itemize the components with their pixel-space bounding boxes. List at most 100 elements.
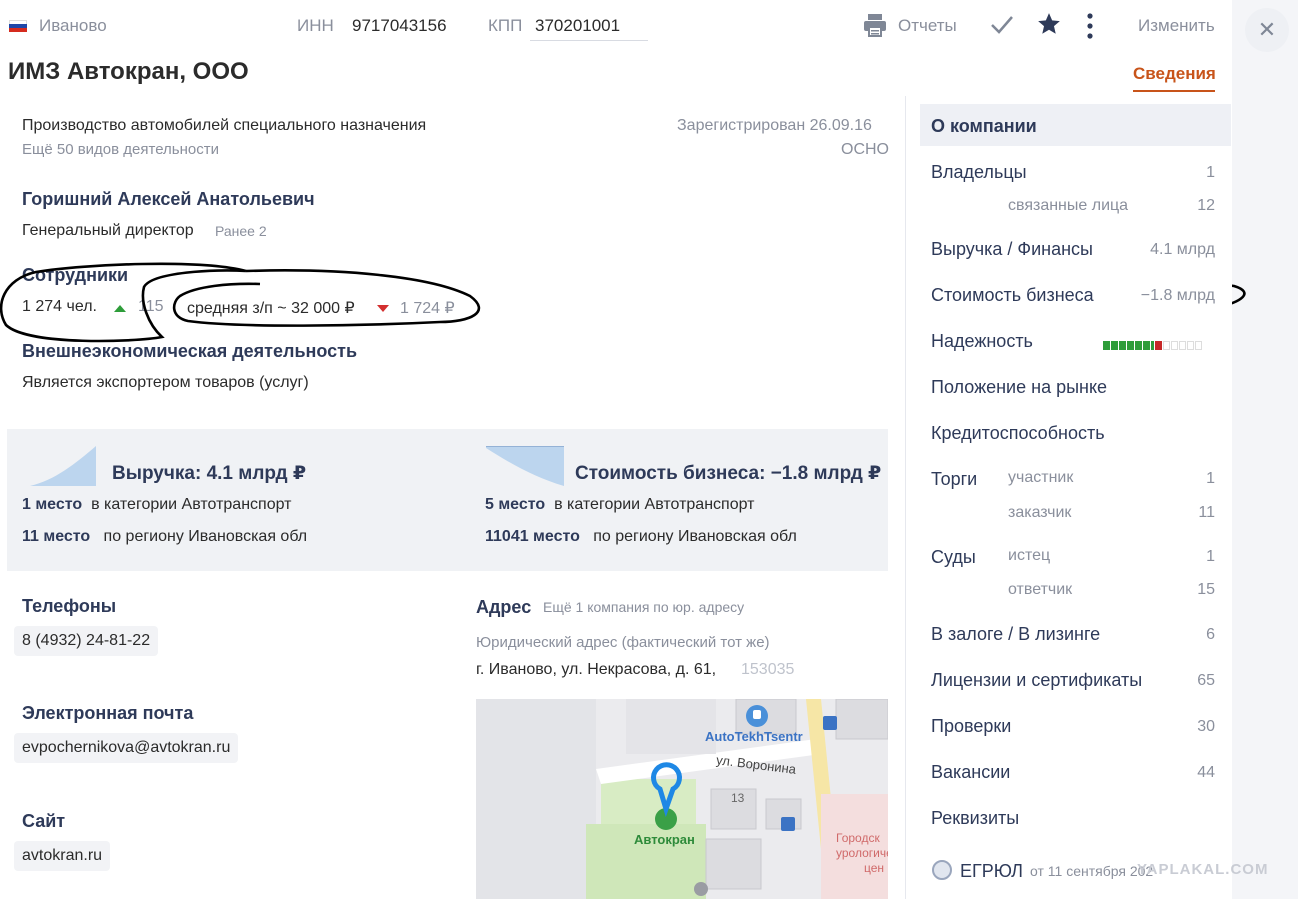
sidebar-related-count: 12 [1197,197,1215,214]
revenue-reg-text: по региону Ивановская обл [103,528,308,545]
watermark-logo: YAPLAKAL.COM [1137,861,1269,878]
revenue-reg-place: 11 место [22,528,91,545]
sidebar-item-market[interactable]: Положение на рынке [931,377,1107,398]
postcode: 153035 [741,661,795,678]
sidebar-item-participant[interactable]: участник [1008,469,1073,487]
sidebar-item-owners[interactable]: Владельцы [931,162,1027,183]
sidebar-item-egrul[interactable]: ЕГРЮЛ [960,861,1023,882]
close-icon: ✕ [1257,17,1277,42]
star-icon[interactable] [1036,11,1062,42]
sidebar-owners-count: 1 [1206,164,1215,181]
sidebar-item-vacancies[interactable]: Вакансии [931,762,1010,783]
sidebar-item-reliability[interactable]: Надежность [931,331,1033,352]
revenue-trend-icon [30,446,96,486]
director-earlier[interactable]: Ранее 2 [215,223,267,239]
sidebar-pledge-count: 6 [1206,626,1215,643]
map-poi-clinic-line1: Городск [836,831,880,845]
sidebar-revenue-value: 4.1 млрд [1150,241,1215,258]
side-strip [1232,0,1298,899]
value-reg-place: 11041 место [485,528,580,545]
map-poi-clinic: Городск урологическ цен [836,831,888,876]
sidebar-item-business-value[interactable]: Стоимость бизнеса [931,285,1094,306]
phone-value[interactable]: 8 (4932) 24-81-22 [14,626,159,656]
value-cat-row: 5 место в категории Автотранспорт [485,496,754,514]
hand-drawn-ellipses [0,262,481,343]
company-title: ИМЗ Автокран, ООО [8,58,249,85]
map-poi-clinic-line3: цен [864,861,885,875]
tab-info[interactable]: Сведения [1133,64,1216,84]
close-button[interactable]: ✕ [1245,8,1289,52]
sidebar-item-about[interactable]: О компании [931,116,1037,137]
edit-button[interactable]: Изменить [1138,16,1215,36]
foreign-activity-text: Является экспортером товаров (услуг) [22,374,309,391]
activity-more-link[interactable]: Ещё 50 видов деятельности [22,141,219,158]
kpp-label: КПП [488,16,523,35]
value-trend-icon [486,446,564,486]
sidebar-item-inspections[interactable]: Проверки [931,716,1011,737]
sidebar-item-requisites[interactable]: Реквизиты [931,808,1019,829]
more-vertical-icon[interactable] [1086,12,1094,45]
sidebar-item-related[interactable]: связанные лица [1008,197,1128,215]
russia-flag-icon [9,20,27,32]
sidebar-defendant-count: 15 [1197,581,1215,598]
checkmark-icon[interactable] [989,12,1015,43]
kpp-value: 370201001 [535,16,621,35]
sidebar-item-plaintiff[interactable]: истец [1008,547,1050,565]
sidebar-vacancies-count: 44 [1197,764,1215,781]
director-name[interactable]: Горишний Алексей Анатольевич [22,189,315,210]
value-reg-row: 11041 место по региону Ивановская обл [485,528,797,546]
address-value: г. Иваново, ул. Некрасова, д. 61, [476,661,717,678]
kpp-underline [530,40,648,41]
inn-label: ИНН [297,16,334,35]
sidebar-customer-count: 11 [1198,504,1215,521]
revenue-cat-place: 1 место [22,496,83,513]
value-cat-text: в категории Автотранспорт [554,496,755,513]
address-type: Юридический адрес (фактический тот же) [476,634,770,651]
foreign-activity-heading[interactable]: Внешнеэкономическая деятельность [22,341,357,362]
director-role: Генеральный директор [22,222,194,239]
reliability-bar [1103,337,1203,355]
site-link[interactable]: avtokran.ru [14,841,111,871]
sidebar-item-courts[interactable]: Суды [931,547,976,568]
value-reg-text: по региону Ивановская обл [593,528,797,545]
sidebar-licenses-count: 65 [1197,672,1215,689]
reports-button[interactable]: Отчеты [898,16,957,36]
sidebar-item-defendant[interactable]: ответчик [1008,581,1072,599]
main-activity: Производство автомобилей специального на… [22,117,427,134]
registered-date: Зарегистрирован 26.09.16 [677,117,872,134]
value-rating-title[interactable]: Стоимость бизнеса: −1.8 млрд ₽ [575,462,881,485]
email-value[interactable]: evpochernikova@avtokran.ru [14,733,239,763]
sidebar-plaintiff-count: 1 [1206,548,1215,565]
egrul-emblem-icon [932,860,952,880]
sidebar-participant-count: 1 [1206,470,1215,487]
map-poi-autotekh: AutoTekhTsentr [705,729,803,744]
map-marker-label: Автокран [634,832,695,847]
address-more-link[interactable]: Ещё 1 компания по юр. адресу [543,599,744,615]
sidebar-business-value: −1.8 млрд [1140,287,1215,304]
revenue-cat-row: 1 место в категории Автотранспорт [22,496,291,514]
sidebar-item-revenue[interactable]: Выручка / Финансы [931,239,1093,260]
site-heading: Сайт [22,811,66,831]
sidebar-item-credit[interactable]: Кредитоспособность [931,423,1105,444]
map-house-number: 13 [731,791,745,805]
revenue-rating-title[interactable]: Выручка: 4.1 млрд ₽ [112,462,306,485]
email-heading: Электронная почта [22,703,194,723]
printer-icon[interactable] [862,12,888,38]
map-poi-clinic-line2: урологическ [836,846,888,860]
sidebar-item-customer[interactable]: заказчик [1008,504,1071,522]
sidebar-item-licenses[interactable]: Лицензии и сертификаты [931,670,1142,691]
map[interactable]: AutoTekhTsentr ул. Воронина 13 Автокран … [476,699,888,899]
sidebar-inspections-count: 30 [1197,718,1215,735]
city-label[interactable]: Иваново [39,16,107,36]
revenue-reg-row: 11 место по региону Ивановская обл [22,528,307,546]
tab-info-underline [1133,90,1215,92]
egrul-date: от 11 сентября 202 [1030,863,1154,879]
revenue-cat-text: в категории Автотранспорт [91,496,292,513]
tax-regime: ОСНО [841,141,889,158]
value-cat-place: 5 место [485,496,546,513]
sidebar-item-pledge[interactable]: В залоге / В лизинге [931,624,1100,645]
inn-value: 9717043156 [352,16,447,35]
phones-heading: Телефоны [22,596,117,616]
map-tiles [476,699,888,899]
sidebar-item-tenders[interactable]: Торги [931,469,977,490]
